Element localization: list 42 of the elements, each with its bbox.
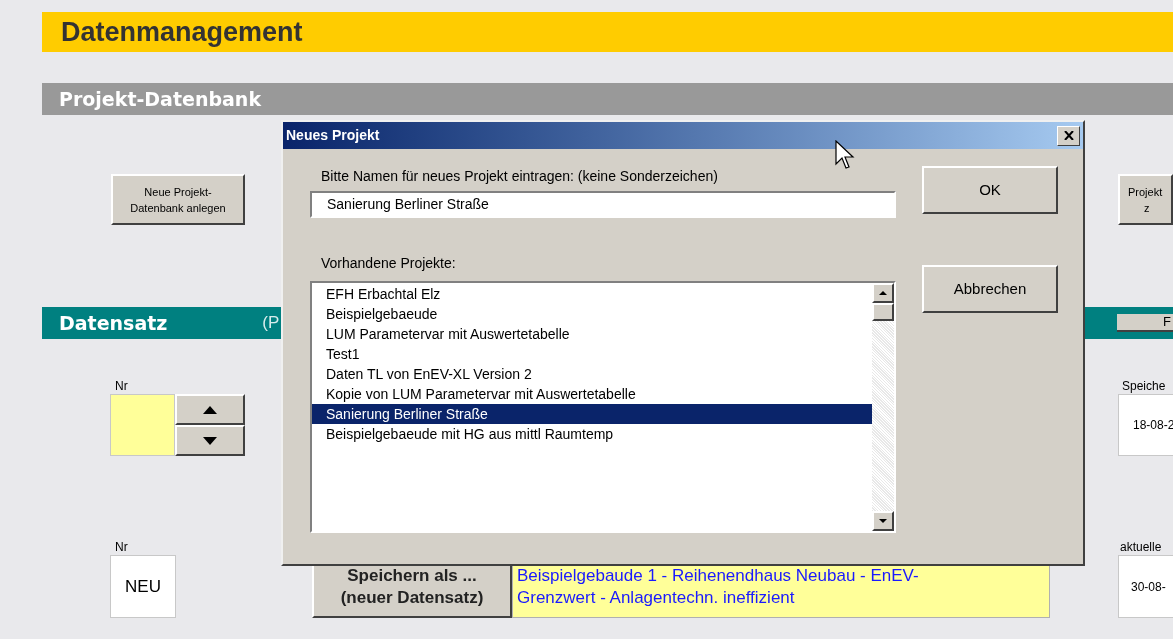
prompt-text: Bitte Namen für neues Projekt eintragen: (keine Sonderzeichen) xyxy=(320,167,719,186)
number-field[interactable] xyxy=(110,394,175,456)
close-icon xyxy=(1063,131,1074,140)
project-list-item[interactable]: LUM Parametervar mit Auswertetabelle xyxy=(312,324,872,344)
number-field: NEU xyxy=(110,555,176,618)
close-button[interactable] xyxy=(1057,125,1080,146)
field-label: Nr xyxy=(115,539,129,555)
scrollbar-thumb[interactable] xyxy=(872,303,894,321)
field-label: Nr xyxy=(115,378,129,394)
spin-down-button[interactable] xyxy=(175,425,245,456)
page-title: Datenmanagement xyxy=(42,12,1173,52)
list-label: Vorhandene Projekte: xyxy=(320,254,457,273)
scroll-down-button[interactable] xyxy=(872,511,894,531)
dialog-button[interactable]: Abbrechen xyxy=(922,265,1058,313)
project-list-item[interactable]: Kopie von LUM Parametervar mit Auswertetabelle xyxy=(312,384,872,404)
field-label: Speiche xyxy=(1122,378,1167,394)
dialog-title: Neues Projekt xyxy=(286,126,380,145)
project-list-item[interactable]: Beispielgebaeude mit HG aus mittl Raumtemp xyxy=(312,424,872,444)
dialog-button[interactable]: OK xyxy=(922,166,1058,214)
project-list[interactable] xyxy=(310,281,896,533)
project-list-item[interactable]: EFH Erbachtal Elz xyxy=(312,284,872,304)
scroll-up-button[interactable] xyxy=(872,283,894,303)
scrollbar[interactable] xyxy=(872,283,894,531)
section-title: Datensatz xyxy=(58,310,168,336)
up-arrow-icon xyxy=(879,291,887,295)
down-arrow-icon xyxy=(203,436,217,445)
date-field: 18-08-2 xyxy=(1118,394,1173,456)
action-button[interactable]: Projekt z xyxy=(1118,174,1173,225)
up-arrow-icon xyxy=(203,405,217,414)
spin-up-button[interactable] xyxy=(175,394,245,425)
down-arrow-icon xyxy=(879,519,887,523)
action-button[interactable]: Neue Projekt- Datenbank anlegen xyxy=(111,174,245,225)
date-field: 30-08- xyxy=(1118,555,1173,618)
project-list-item[interactable]: Beispielgebaeude xyxy=(312,304,872,324)
project-list-item[interactable]: Daten TL von EnEV-XL Version 2 xyxy=(312,364,872,384)
project-name-field[interactable]: Sanierung Berliner Straße xyxy=(310,191,896,218)
project-list-item[interactable]: Sanierung Berliner Straße xyxy=(312,404,872,424)
action-button[interactable]: F xyxy=(1117,314,1173,332)
section-title: Projekt-Datenbank xyxy=(42,83,1173,115)
project-list-item[interactable]: Test1 xyxy=(312,344,872,364)
field-label: aktuelle xyxy=(1120,539,1163,555)
section-subtitle: (P xyxy=(262,312,280,335)
